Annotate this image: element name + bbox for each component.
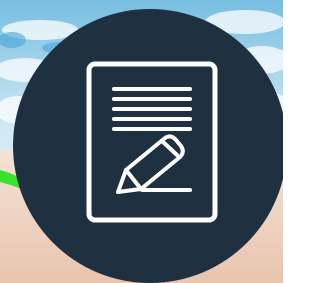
- document-edit-icon: [13, 9, 283, 283]
- badge-circle: [13, 9, 283, 283]
